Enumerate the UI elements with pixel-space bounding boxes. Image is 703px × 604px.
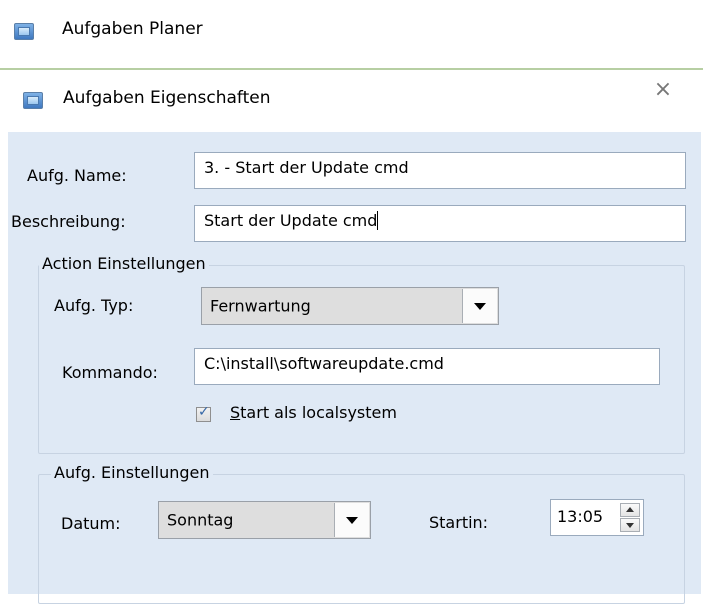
chevron-down-icon[interactable] xyxy=(462,289,497,323)
dialog-body: Aufg. Name: 3. - Start der Update cmd Be… xyxy=(8,132,701,604)
window-app-icon xyxy=(23,92,43,109)
spin-up-icon[interactable] xyxy=(620,503,640,517)
date-select[interactable]: Sonntag xyxy=(158,501,371,539)
start-time-value: 13:05 xyxy=(557,507,604,526)
parent-window-titlebar: Aufgaben Planer xyxy=(0,0,703,68)
description-label: Beschreibung: xyxy=(11,212,126,231)
localsystem-label[interactable]: Start als localsystem xyxy=(230,403,397,422)
action-settings-group: Action Einstellungen Aufg. Typ: Fernwart… xyxy=(38,254,685,454)
spin-down-icon[interactable] xyxy=(620,518,640,532)
description-value: Start der Update cmd xyxy=(204,211,378,230)
close-icon[interactable]: × xyxy=(648,70,678,110)
parent-window-title: Aufgaben Planer xyxy=(62,19,203,39)
command-label: Kommando: xyxy=(62,363,158,382)
description-input[interactable]: Start der Update cmd xyxy=(194,205,686,242)
chevron-down-icon[interactable] xyxy=(334,503,369,537)
task-type-select[interactable]: Fernwartung xyxy=(201,287,499,325)
text-caret xyxy=(377,211,379,230)
localsystem-checkbox[interactable]: ✓ xyxy=(196,404,211,422)
dialog-titlebar[interactable]: Aufgaben Eigenschaften × xyxy=(0,70,703,132)
task-type-value: Fernwartung xyxy=(210,296,311,316)
command-input[interactable]: C:\install\softwareupdate.cmd xyxy=(194,348,660,385)
task-name-label: Aufg. Name: xyxy=(27,166,127,185)
task-settings-group: Aufg. Einstellungen Datum: Sonntag Start… xyxy=(38,463,685,604)
task-settings-caption: Aufg. Einstellungen xyxy=(51,463,213,482)
window-app-icon xyxy=(14,23,34,40)
action-settings-caption: Action Einstellungen xyxy=(39,254,209,273)
task-type-label: Aufg. Typ: xyxy=(54,296,134,315)
checkmark-icon: ✓ xyxy=(198,404,210,420)
start-time-label: Startin: xyxy=(429,513,489,532)
date-value: Sonntag xyxy=(167,510,234,530)
task-name-input[interactable]: 3. - Start der Update cmd xyxy=(194,152,686,189)
start-time-spinner[interactable]: 13:05 xyxy=(550,499,644,536)
date-label: Datum: xyxy=(61,514,121,533)
localsystem-label-rest: tart als localsystem xyxy=(240,403,397,422)
dialog-title: Aufgaben Eigenschaften xyxy=(63,88,271,108)
